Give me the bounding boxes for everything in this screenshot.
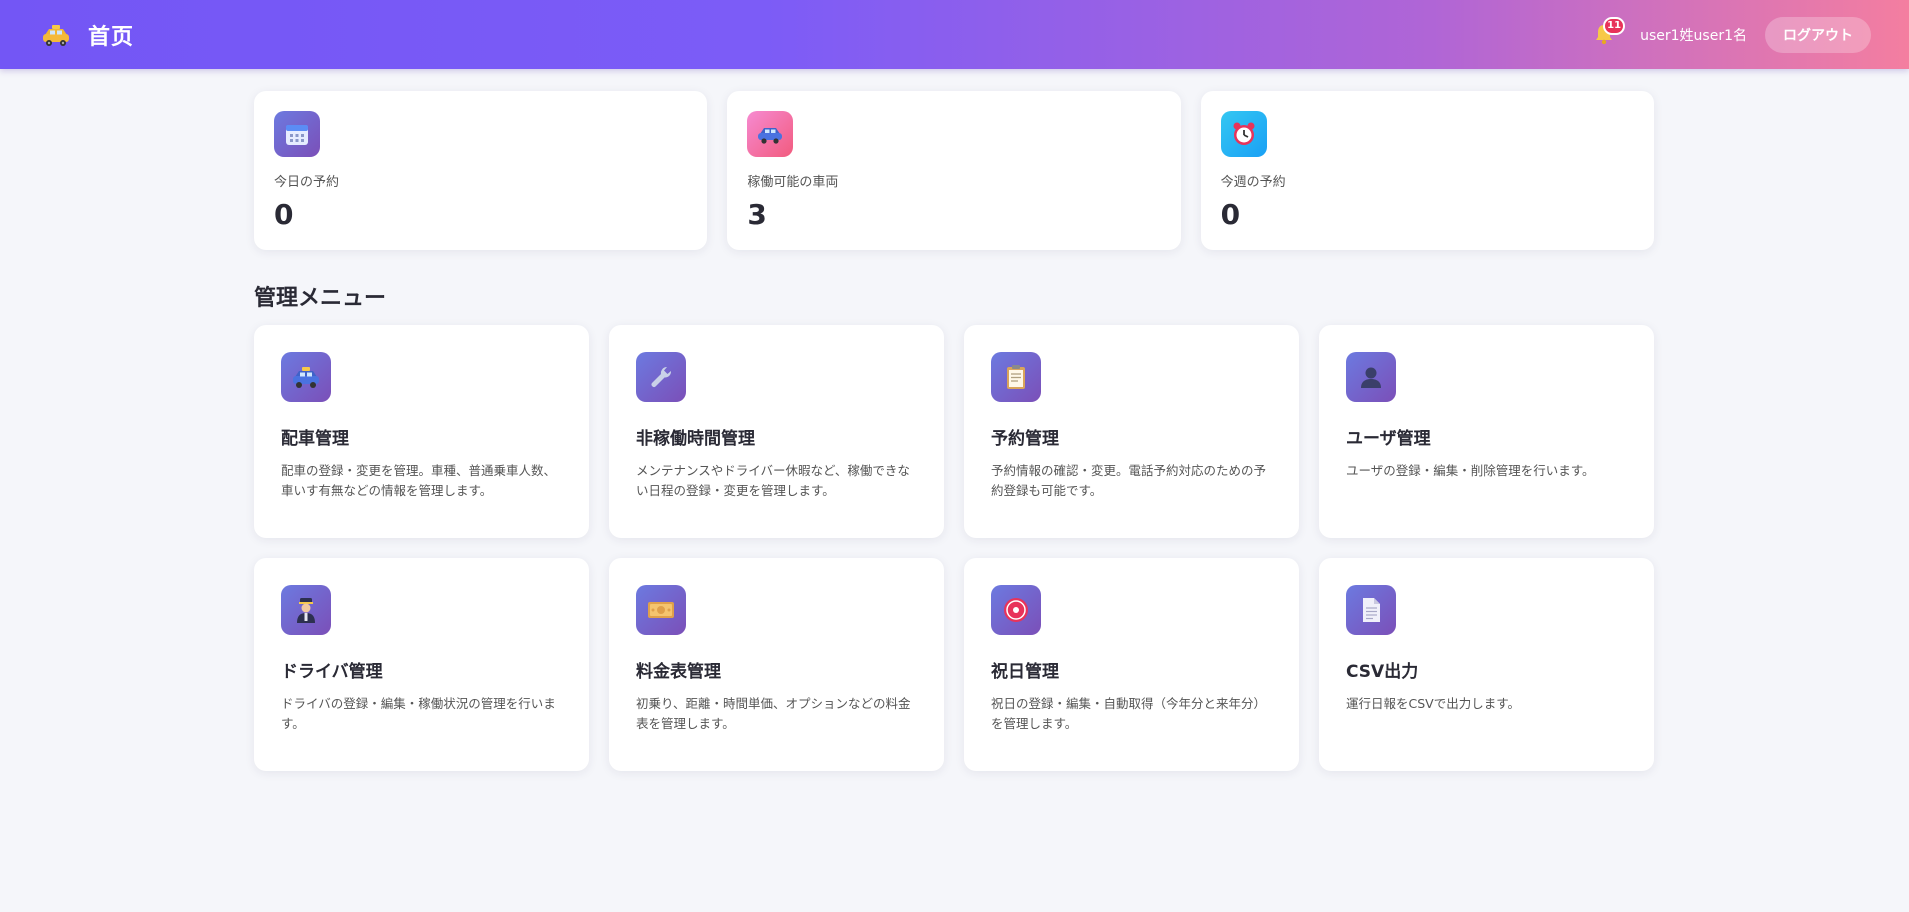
taxi-logo-icon [40, 22, 72, 48]
menu-title: 祝日管理 [991, 662, 1059, 682]
stat-value: 3 [747, 198, 767, 231]
wrench-icon [636, 352, 686, 402]
stat-card-today-reservations: 今日の予約 0 [254, 91, 708, 250]
menu-title: ユーザ管理 [1346, 429, 1431, 449]
stat-card-available-vehicles: 稼働可能の車両 3 [727, 91, 1181, 250]
menu-description: メンテナンスやドライバー休暇など、稼働できない日程の登録・変更を管理します。 [636, 463, 910, 498]
stat-label: 今週の予約 [1220, 175, 1286, 190]
clipboard-icon [991, 352, 1041, 402]
user-name: user1姓user1名 [1640, 27, 1747, 44]
notification-bell-icon[interactable]: 11 [1592, 16, 1626, 48]
menu-description: 運行日報をCSVで出力します。 [1346, 696, 1520, 711]
menu-description: 予約情報の確認・変更。電話予約対応のための予約登録も可能です。 [991, 463, 1267, 498]
alarm-clock-icon [1220, 111, 1267, 157]
stat-card-week-reservations: 今週の予約 0 [1200, 91, 1654, 250]
stat-value: 0 [1220, 198, 1241, 231]
stat-label: 今日の予約 [274, 175, 340, 190]
menu-description: 祝日の登録・編集・自動取得（今年分と来年分）を管理します。 [991, 696, 1267, 731]
menu-card-csv-export[interactable]: CSV出力 運行日報をCSVで出力します。 [1319, 558, 1654, 771]
logout-button[interactable]: ログアウト [1765, 16, 1871, 53]
menu-description: ドライバの登録・編集・稼働状況の管理を行います。 [281, 696, 556, 731]
menu-description: 配車の登録・変更を管理。車種、普通乗車人数、車いす有無などの情報を管理します。 [281, 463, 557, 498]
menu-title: ドライバ管理 [281, 662, 383, 682]
stat-label: 稼働可能の車両 [747, 175, 839, 190]
menu-card-downtime[interactable]: 非稼働時間管理 メンテナンスやドライバー休暇など、稼働できない日程の登録・変更を… [609, 325, 944, 538]
stats-row: 今日の予約 0 稼働可能の車両 3 今週の予約 0 [254, 91, 1654, 250]
menu-title: 非稼働時間管理 [636, 429, 755, 449]
page-title: 首页 [88, 24, 135, 50]
menu-card-reservations[interactable]: 予約管理 予約情報の確認・変更。電話予約対応のための予約登録も可能です。 [964, 325, 1299, 538]
car-icon [747, 111, 794, 157]
taxi-icon [281, 352, 331, 402]
holiday-icon [991, 585, 1041, 635]
menu-title: 予約管理 [991, 429, 1059, 449]
menu-description: ユーザの登録・編集・削除管理を行います。 [1346, 463, 1595, 478]
yen-icon [636, 585, 686, 635]
header-actions: 11 user1姓user1名 ログアウト [1592, 0, 1871, 69]
menu-title: CSV出力 [1346, 662, 1419, 682]
brand[interactable]: 首页 [40, 19, 134, 51]
menu-card-holidays[interactable]: 祝日管理 祝日の登録・編集・自動取得（今年分と来年分）を管理します。 [964, 558, 1299, 771]
section-title: 管理メニュー [254, 286, 387, 311]
notification-badge: 11 [1603, 16, 1626, 35]
menu-title: 料金表管理 [636, 662, 721, 682]
management-menu-grid: 配車管理 配車の登録・変更を管理。車種、普通乗車人数、車いす有無などの情報を管理… [254, 325, 1654, 771]
menu-description: 初乗り、距離・時間単価、オプションなどの料金表を管理します。 [636, 696, 911, 731]
menu-title: 配車管理 [281, 429, 349, 449]
top-navigation-bar: 首页 11 user1姓user1名 ログアウト [0, 0, 1909, 69]
menu-card-dispatch[interactable]: 配車管理 配車の登録・変更を管理。車種、普通乗車人数、車いす有無などの情報を管理… [254, 325, 589, 538]
driver-icon [281, 585, 331, 635]
menu-card-users[interactable]: ユーザ管理 ユーザの登録・編集・削除管理を行います。 [1319, 325, 1654, 538]
menu-card-drivers[interactable]: ドライバ管理 ドライバの登録・編集・稼働状況の管理を行います。 [254, 558, 589, 771]
menu-card-fares[interactable]: 料金表管理 初乗り、距離・時間単価、オプションなどの料金表を管理します。 [609, 558, 944, 771]
user-icon [1346, 352, 1396, 402]
document-icon [1346, 585, 1396, 635]
stat-value: 0 [274, 198, 294, 231]
calendar-icon [274, 111, 320, 157]
